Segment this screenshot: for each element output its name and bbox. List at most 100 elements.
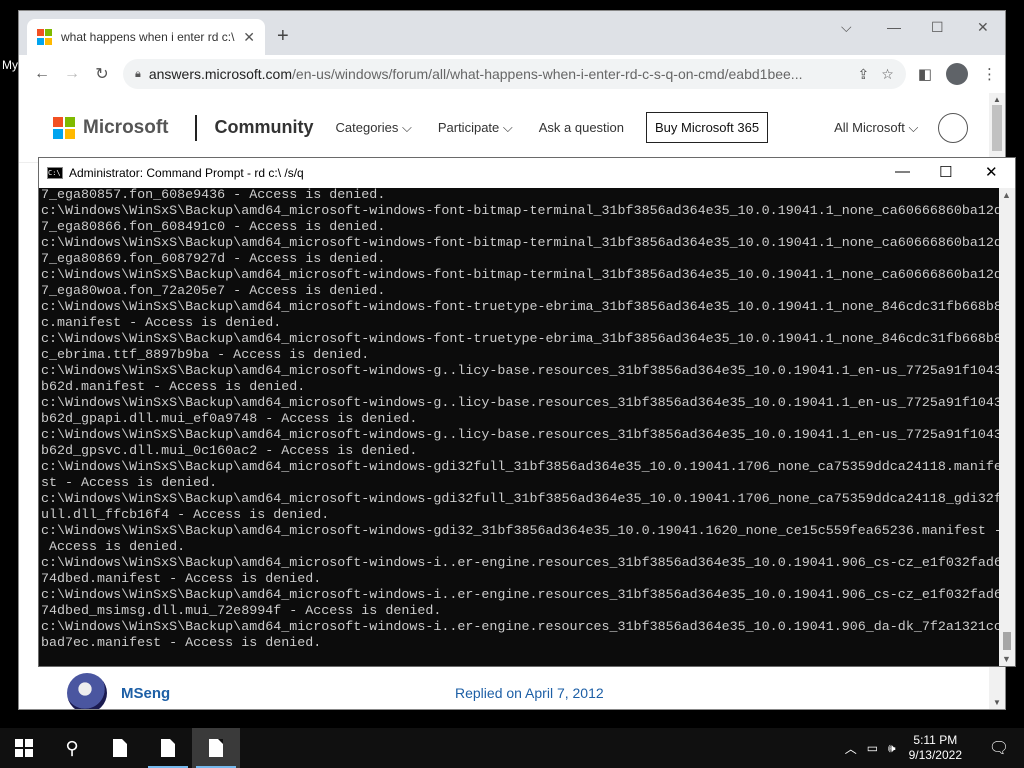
scroll-thumb[interactable] <box>992 105 1002 151</box>
console-line: c:\Windows\WinSxS\Backup\amd64_microsoft… <box>41 620 1001 635</box>
console-line: b62d_gpsvc.dll.mui_0c160ac2 - Access is … <box>41 444 418 459</box>
menu-kebab-icon[interactable]: ⋮ <box>982 65 997 83</box>
console-line: c:\Windows\WinSxS\Backup\amd64_microsoft… <box>41 588 1001 603</box>
cmd-minimize-icon[interactable]: — <box>895 163 910 180</box>
chevron-up-icon[interactable]: ︿ <box>845 740 857 757</box>
windows-logo-icon <box>15 739 33 757</box>
taskbar: ⚲ ︿ ▭ 🕪︎ 5:11 PM 9/13/2022 🗨︎ <box>0 728 1024 768</box>
console-line: c_ebrima.ttf_8897b9ba - Access is denied… <box>41 348 370 363</box>
browser-titlebar: what happens when i enter rd c:\ ✕ + ⌵ —… <box>19 11 1005 55</box>
console-line: c:\Windows\WinSxS\Backup\amd64_microsoft… <box>41 300 1001 315</box>
console-line: 74dbed_msimsg.dll.mui_72e8994f - Access … <box>41 604 442 619</box>
cmd-app-icon: C:\ <box>47 167 63 179</box>
menu-participate[interactable]: Participate ⌵ <box>438 120 513 136</box>
scroll-up-icon[interactable]: ▲ <box>993 95 1001 104</box>
search-icon: ⚲ <box>65 737 79 758</box>
start-button[interactable] <box>0 728 48 768</box>
url-text[interactable]: answers.microsoft.com/en-us/windows/foru… <box>149 66 846 82</box>
cmd-scroll-up-icon[interactable]: ▲ <box>1002 190 1011 200</box>
cmd-maximize-icon[interactable]: ☐ <box>939 163 952 181</box>
console-line: c:\Windows\WinSxS\Backup\amd64_microsoft… <box>41 268 1001 283</box>
share-icon[interactable]: ⇪ <box>858 66 870 83</box>
avatar[interactable] <box>67 673 107 709</box>
console-line: c:\Windows\WinSxS\Backup\amd64_microsoft… <box>41 396 1001 411</box>
reload-icon[interactable]: ↻ <box>87 64 117 84</box>
taskbar-app-1[interactable] <box>96 728 144 768</box>
close-icon[interactable]: ✕ <box>977 19 989 36</box>
console-line: bad7ec.manifest - Access is denied. <box>41 636 322 651</box>
console-line: c:\Windows\WinSxS\Backup\amd64_microsoft… <box>41 556 1001 571</box>
clock-date: 9/13/2022 <box>908 748 962 762</box>
address-bar[interactable]: 🔒︎ answers.microsoft.com/en-us/windows/f… <box>123 59 906 89</box>
console-line: c:\Windows\WinSxS\Backup\amd64_microsoft… <box>41 524 1001 539</box>
console-line: st - Access is denied. <box>41 476 218 491</box>
file-icon <box>161 739 175 757</box>
back-icon[interactable]: ← <box>27 65 57 83</box>
taskbar-app-3[interactable] <box>192 728 240 768</box>
tab-title: what happens when i enter rd c:\ <box>61 30 235 44</box>
desktop-icon-label[interactable]: My <box>2 58 18 72</box>
browser-tab[interactable]: what happens when i enter rd c:\ ✕ <box>27 19 265 55</box>
lock-icon[interactable]: 🔒︎ <box>135 68 141 81</box>
volume-icon[interactable]: 🕪︎ <box>888 741 896 756</box>
console-line: c:\Windows\WinSxS\Backup\amd64_microsoft… <box>41 460 1001 475</box>
network-icon[interactable]: ▭ <box>867 741 878 755</box>
site-header: Microsoft Community Categories ⌵ Partici… <box>19 93 989 163</box>
microsoft-logo-text: Microsoft <box>83 116 169 138</box>
new-tab-button[interactable]: + <box>277 25 289 48</box>
console-line: 7_ega80869.fon_6087927d - Access is deni… <box>41 252 386 267</box>
console-line: Access is denied. <box>41 540 186 555</box>
reply-row: MSeng Replied on April 7, 2012 <box>67 673 667 709</box>
clock[interactable]: 5:11 PM 9/13/2022 <box>909 733 962 763</box>
microsoft-favicon-icon <box>37 29 53 45</box>
system-tray: ︿ ▭ 🕪︎ 5:11 PM 9/13/2022 🗨︎ <box>840 728 1024 768</box>
search-button[interactable]: ⚲ <box>48 728 96 768</box>
cmd-scrollbar[interactable]: ▲ ▼ <box>999 188 1015 666</box>
console-line: b62d_gpapi.dll.mui_ef0a9748 - Access is … <box>41 412 418 427</box>
console-line: c:\Windows\WinSxS\Backup\amd64_microsoft… <box>41 428 1001 443</box>
command-prompt-window: C:\ Administrator: Command Prompt - rd c… <box>38 157 1016 667</box>
buy-microsoft-365-button[interactable]: Buy Microsoft 365 <box>646 112 769 143</box>
clock-time: 5:11 PM <box>913 733 958 747</box>
menu-categories[interactable]: Categories ⌵ <box>336 120 412 136</box>
menu-ask-question[interactable]: Ask a question <box>539 120 624 135</box>
user-account-icon[interactable] <box>938 112 969 143</box>
all-microsoft-menu[interactable]: All Microsoft ⌵ <box>834 120 918 136</box>
console-line: c.manifest - Access is denied. <box>41 316 282 331</box>
console-line: c:\Windows\WinSxS\Backup\amd64_microsoft… <box>41 332 1001 347</box>
file-icon <box>113 739 127 757</box>
console-line: c:\Windows\WinSxS\Backup\amd64_microsoft… <box>41 236 1001 251</box>
microsoft-logo-icon <box>53 116 75 139</box>
tab-close-icon[interactable]: ✕ <box>243 29 255 46</box>
console-line: c:\Windows\WinSxS\Backup\amd64_microsoft… <box>41 492 1001 507</box>
console-line: 74dbed.manifest - Access is denied. <box>41 572 322 587</box>
profile-avatar-icon[interactable] <box>946 63 968 85</box>
cmd-close-icon[interactable]: ✕ <box>985 163 998 181</box>
console-line: b62d.manifest - Access is denied. <box>41 380 306 395</box>
console-line: 7_ega80woa.fon_72a205e7 - Access is deni… <box>41 284 386 299</box>
cmd-scroll-down-icon[interactable]: ▼ <box>1002 654 1011 664</box>
reply-author[interactable]: MSeng <box>121 685 455 702</box>
tab-search-icon[interactable]: ⌵ <box>841 19 852 36</box>
forward-icon[interactable]: → <box>57 65 87 83</box>
cmd-scroll-thumb[interactable] <box>1003 632 1011 650</box>
microsoft-logo[interactable]: Microsoft <box>53 116 169 139</box>
bookmark-star-icon[interactable]: ☆ <box>881 66 894 83</box>
console-line: 7_ega80857.fon_608e9436 - Access is deni… <box>41 188 386 203</box>
maximize-icon[interactable]: ☐ <box>931 19 944 36</box>
browser-toolbar: ← → ↻ 🔒︎ answers.microsoft.com/en-us/win… <box>19 55 1005 93</box>
cmd-titlebar[interactable]: C:\ Administrator: Command Prompt - rd c… <box>39 158 1015 188</box>
console-line: c:\Windows\WinSxS\Backup\amd64_microsoft… <box>41 204 1001 219</box>
console-output[interactable]: 7_ega80857.fon_608e9436 - Access is deni… <box>39 188 1001 666</box>
console-line: ull.dll_ffcb16f4 - Access is denied. <box>41 508 330 523</box>
community-link[interactable]: Community <box>215 117 314 138</box>
header-divider <box>194 114 197 141</box>
minimize-icon[interactable]: — <box>887 19 901 35</box>
notification-icon[interactable]: 🗨︎ <box>979 738 1019 758</box>
taskbar-app-2[interactable] <box>144 728 192 768</box>
side-panel-icon[interactable]: ◧ <box>918 65 932 83</box>
scroll-down-icon[interactable]: ▼ <box>993 698 1001 707</box>
console-line: c:\Windows\WinSxS\Backup\amd64_microsoft… <box>41 364 1001 379</box>
cmd-title: Administrator: Command Prompt - rd c:\ /… <box>69 166 304 180</box>
reply-date[interactable]: Replied on April 7, 2012 <box>455 685 604 701</box>
